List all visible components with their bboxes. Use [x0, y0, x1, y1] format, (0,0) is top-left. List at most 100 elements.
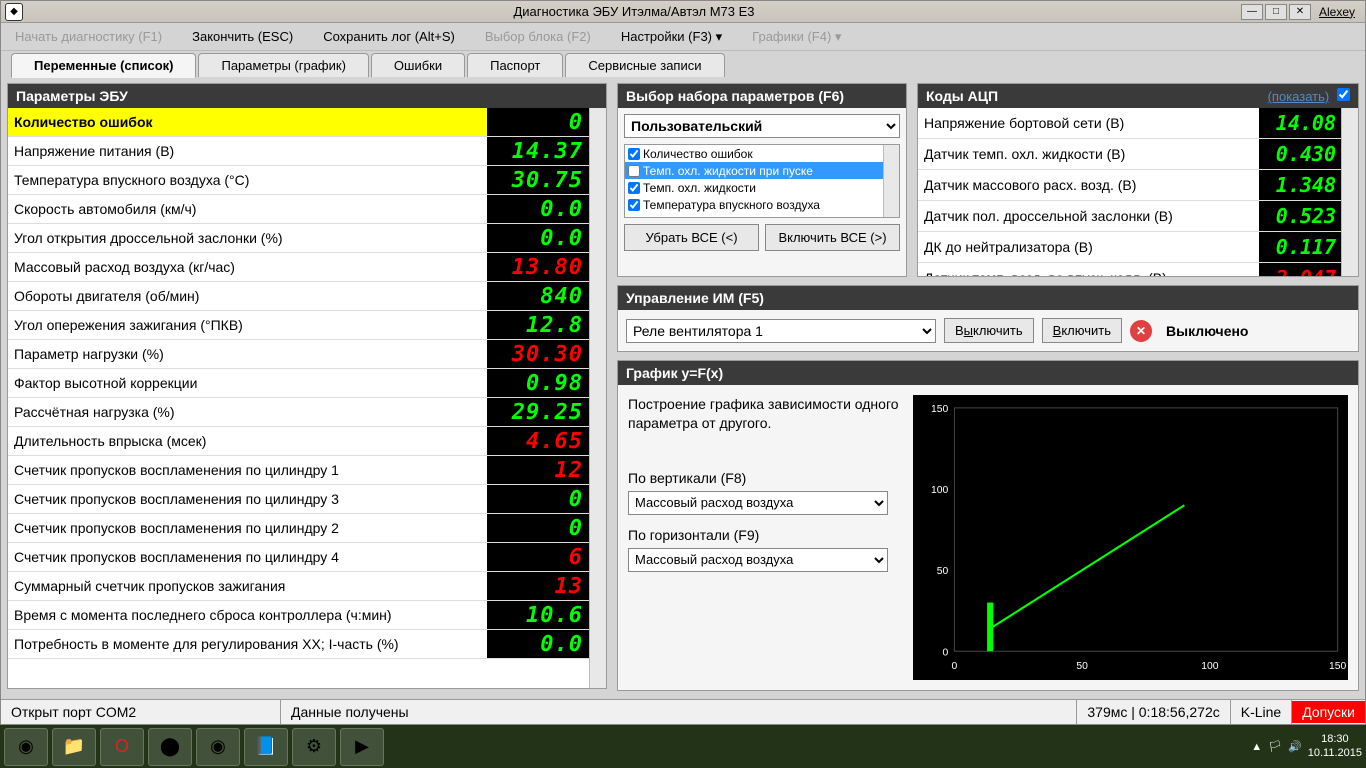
adc-value: 0.523	[1259, 201, 1341, 231]
adc-row: Датчик темп. охл. жидкости (В)0.430	[918, 139, 1341, 170]
adc-label: Напряжение бортовой сети (В)	[918, 108, 1259, 138]
tab[interactable]: Параметры (график)	[198, 53, 368, 77]
param-value: 0.0	[487, 224, 589, 252]
scrollbar[interactable]	[589, 108, 606, 688]
graph-vert-combo[interactable]: Массовый расход воздуха	[628, 491, 888, 515]
opera-icon[interactable]: O	[100, 728, 144, 766]
param-checkbox[interactable]	[628, 165, 640, 177]
adc-label: Датчик темп. охл. жидкости (В)	[918, 139, 1259, 169]
adc-header: Коды АЦП (показать)	[918, 84, 1358, 108]
param-row[interactable]: Напряжение питания (В)14.37	[8, 137, 589, 166]
param-row[interactable]: Массовый расход воздуха (кг/час)13.80	[8, 253, 589, 282]
add-all-button[interactable]: Включить ВСЕ (>)	[765, 224, 900, 251]
menu-item: Выбор блока (F2)	[485, 29, 591, 44]
graph-vert-label: По вертикали (F8)	[628, 470, 903, 486]
param-row[interactable]: Счетчик пропусков воспламенения по цилин…	[8, 514, 589, 543]
sb-status: Данные получены	[281, 700, 1077, 724]
adc-value: 2.047	[1259, 263, 1341, 276]
minimize-button[interactable]: —	[1241, 4, 1263, 20]
sb-tolerances[interactable]: Допуски	[1292, 701, 1365, 723]
svg-text:100: 100	[1201, 661, 1219, 672]
tray-sound-icon[interactable]: 🔊	[1288, 740, 1302, 753]
graph-header: График y=F(x)	[618, 361, 1358, 385]
menubar: Начать диагностику (F1)Закончить (ESC)Со…	[1, 23, 1365, 51]
param-row[interactable]: Длительность впрыска (мсек)4.65	[8, 427, 589, 456]
im-combo[interactable]: Реле вентилятора 1	[626, 319, 936, 343]
menu-item[interactable]: Закончить (ESC)	[192, 29, 293, 44]
window-title: Диагностика ЭБУ Итэлма/Автэл М73 Е3	[27, 4, 1241, 19]
param-row[interactable]: Скорость автомобиля (км/ч)0.0	[8, 195, 589, 224]
ecu-params-list[interactable]: Количество ошибок0Напряжение питания (В)…	[8, 108, 589, 688]
param-row[interactable]: Параметр нагрузки (%)30.30	[8, 340, 589, 369]
tab[interactable]: Сервисные записи	[565, 53, 724, 77]
adc-value: 14.08	[1259, 108, 1341, 138]
param-row[interactable]: Температура впускного воздуха (°С)30.75	[8, 166, 589, 195]
adc-label: ДК до нейтрализатора (В)	[918, 232, 1259, 262]
statusbar: Открыт порт COM2 Данные получены 379мс |…	[1, 699, 1365, 724]
adc-show-link[interactable]: (показать)	[1268, 89, 1330, 104]
im-off-button[interactable]: Выключить	[944, 318, 1034, 343]
scrollbar[interactable]	[1341, 108, 1358, 276]
menu-item[interactable]: Сохранить лог (Alt+S)	[323, 29, 455, 44]
param-label: Угол открытия дроссельной заслонки (%)	[8, 224, 487, 252]
tab[interactable]: Паспорт	[467, 53, 563, 77]
maximize-button[interactable]: □	[1265, 4, 1287, 20]
param-label: Фактор высотной коррекции	[8, 369, 487, 397]
adc-show-checkbox[interactable]	[1337, 88, 1350, 101]
remove-all-button[interactable]: Убрать ВСЕ (<)	[624, 224, 759, 251]
param-row[interactable]: Обороты двигателя (об/мин)840	[8, 282, 589, 311]
taskbar[interactable]: ◉ 📁 O ⬤ ◉ 📘 ⚙ ▶ ▲ 🏳 🔊 18:3010.11.2015	[0, 725, 1366, 768]
im-cancel-icon[interactable]: ✕	[1130, 320, 1152, 342]
param-value: 0	[487, 108, 589, 136]
adc-list: Напряжение бортовой сети (В)14.08Датчик …	[918, 108, 1341, 276]
user-label[interactable]: Alexey	[1313, 5, 1361, 19]
param-value: 840	[487, 282, 589, 310]
notepad-icon[interactable]: 📘	[244, 728, 288, 766]
start-icon[interactable]: ◉	[4, 728, 48, 766]
param-label: Количество ошибок	[8, 108, 487, 136]
param-label: Потребность в моменте для регулирования …	[8, 630, 487, 658]
scrollbar[interactable]	[883, 145, 899, 217]
diag-app-icon[interactable]: ⚙	[292, 728, 336, 766]
media-icon[interactable]: ▶	[340, 728, 384, 766]
param-row[interactable]: Количество ошибок0	[8, 108, 589, 137]
graph-horiz-combo[interactable]: Массовый расход воздуха	[628, 548, 888, 572]
main-window: ◆ Диагностика ЭБУ Итэлма/Автэл М73 Е3 — …	[0, 0, 1366, 725]
param-checkbox[interactable]	[628, 199, 640, 211]
explorer-icon[interactable]: 📁	[52, 728, 96, 766]
param-row[interactable]: Угол открытия дроссельной заслонки (%)0.…	[8, 224, 589, 253]
param-row[interactable]: Суммарный счетчик пропусков зажигания13	[8, 572, 589, 601]
param-check-item[interactable]: Температура впускного воздуха	[625, 196, 883, 213]
im-on-button[interactable]: Включить	[1042, 318, 1122, 343]
app-icon[interactable]: ⬤	[148, 728, 192, 766]
param-label: Рассчётная нагрузка (%)	[8, 398, 487, 426]
param-row[interactable]: Потребность в моменте для регулирования …	[8, 630, 589, 659]
close-button[interactable]: ✕	[1289, 4, 1311, 20]
param-value: 10.6	[487, 601, 589, 629]
im-header: Управление ИМ (F5)	[618, 286, 1358, 310]
tab[interactable]: Переменные (список)	[11, 53, 196, 78]
param-check-item[interactable]: Темп. охл. жидкости при пуске	[625, 162, 883, 179]
param-check-item[interactable]: Темп. охл. жидкости	[625, 179, 883, 196]
param-row[interactable]: Рассчётная нагрузка (%)29.25	[8, 398, 589, 427]
param-row[interactable]: Счетчик пропусков воспламенения по цилин…	[8, 543, 589, 572]
param-row[interactable]: Время с момента последнего сброса контро…	[8, 601, 589, 630]
adc-row: Датчик темп. возд. во впуск. колл. (В)2.…	[918, 263, 1341, 276]
chrome-icon[interactable]: ◉	[196, 728, 240, 766]
param-row[interactable]: Счетчик пропусков воспламенения по цилин…	[8, 485, 589, 514]
tray-icon[interactable]: ▲	[1251, 741, 1262, 753]
param-check-list[interactable]: Количество ошибокТемп. охл. жидкости при…	[624, 144, 900, 218]
param-row[interactable]: Счетчик пропусков воспламенения по цилин…	[8, 456, 589, 485]
param-label: Массовый расход воздуха (кг/час)	[8, 253, 487, 281]
param-check-item[interactable]: Количество ошибок	[625, 145, 883, 162]
param-row[interactable]: Фактор высотной коррекции0.98	[8, 369, 589, 398]
param-set-combo[interactable]: Пользовательский	[624, 114, 900, 138]
param-checkbox[interactable]	[628, 148, 640, 160]
tray-flag-icon[interactable]: 🏳	[1268, 740, 1282, 753]
tab[interactable]: Ошибки	[371, 53, 465, 77]
param-row[interactable]: Угол опережения зажигания (°ПКВ)12.8	[8, 311, 589, 340]
svg-text:150: 150	[931, 404, 949, 415]
tray-clock[interactable]: 18:3010.11.2015	[1308, 733, 1362, 759]
param-checkbox[interactable]	[628, 182, 640, 194]
menu-item[interactable]: Настройки (F3) ▾	[621, 29, 722, 45]
